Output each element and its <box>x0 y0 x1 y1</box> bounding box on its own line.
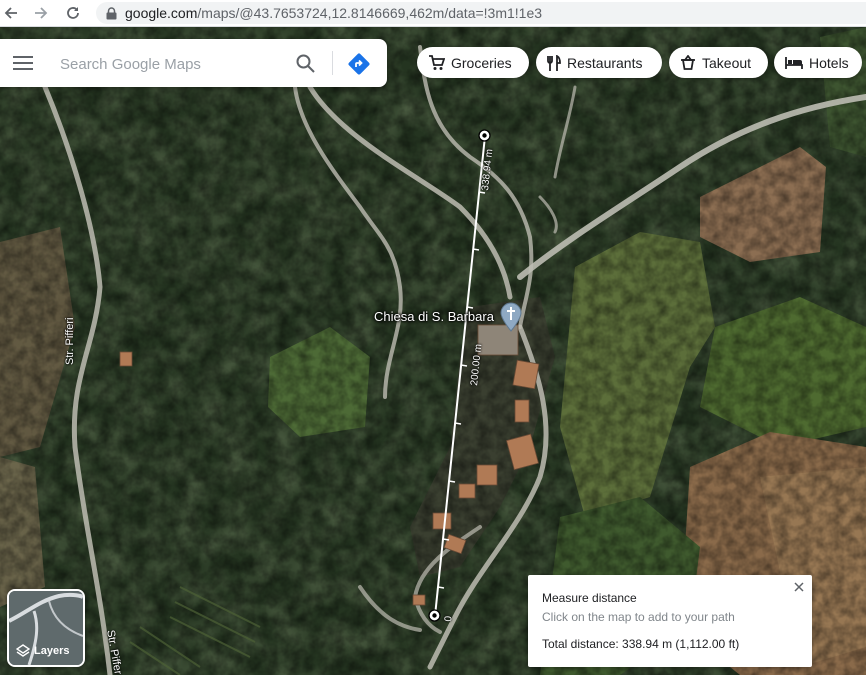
back-arrow-icon <box>4 7 17 19</box>
road-label-pifferi: Str. Pifferi <box>64 317 76 365</box>
lock-icon <box>106 6 117 20</box>
forward-button[interactable] <box>30 2 52 24</box>
menu-button[interactable] <box>12 52 34 74</box>
forward-arrow-icon <box>35 7 48 19</box>
layers-label-group: Layers <box>16 644 69 658</box>
close-icon <box>794 582 804 592</box>
measure-distance-card: Measure distance Click on the map to add… <box>528 575 812 667</box>
fork-knife-icon <box>547 54 561 71</box>
url-host: google.com <box>125 5 198 21</box>
search-divider <box>332 51 333 75</box>
measure-card-close-button[interactable] <box>790 578 808 596</box>
search-button[interactable] <box>294 52 316 74</box>
measure-card-total: Total distance: 338.94 m (1,112.00 ft) <box>542 637 740 651</box>
reload-icon <box>67 7 79 19</box>
chip-hotels-label: Hotels <box>809 54 849 71</box>
search-input[interactable] <box>58 51 282 77</box>
chip-hotels[interactable]: Hotels <box>774 47 862 78</box>
chip-groceries[interactable]: Groceries <box>417 47 529 78</box>
cart-icon <box>428 54 445 71</box>
directions-icon <box>348 53 370 75</box>
reload-button[interactable] <box>62 2 84 24</box>
chip-takeout-label: Takeout <box>702 54 752 71</box>
measure-card-title: Measure distance <box>542 591 637 605</box>
measure-card-hint: Click on the map to add to your path <box>542 610 735 624</box>
takeout-icon <box>680 55 696 70</box>
chip-takeout[interactable]: Takeout <box>669 47 768 78</box>
chip-restaurants[interactable]: Restaurants <box>536 47 662 78</box>
layers-label: Layers <box>34 645 70 657</box>
measure-end-point[interactable] <box>478 129 491 142</box>
measure-label-start: 0 <box>443 615 455 623</box>
url-text: google.com/maps/@43.7653724,12.8146669,4… <box>125 5 542 21</box>
layers-icon <box>16 644 30 657</box>
chip-groceries-label: Groceries <box>451 54 512 71</box>
address-bar[interactable]: google.com/maps/@43.7653724,12.8146669,4… <box>96 2 866 24</box>
browser-toolbar: google.com/maps/@43.7653724,12.8146669,4… <box>0 0 866 27</box>
bed-icon <box>785 56 803 69</box>
search-icon <box>296 54 315 73</box>
chip-restaurants-label: Restaurants <box>567 54 643 71</box>
back-button[interactable] <box>0 2 22 24</box>
directions-button[interactable] <box>346 51 372 77</box>
measure-start-point[interactable] <box>428 609 441 622</box>
layers-button[interactable]: Layers <box>7 589 85 667</box>
url-path: /maps/@43.7653724,12.8146669,462m/data=!… <box>197 5 543 21</box>
hamburger-menu-icon <box>13 56 33 70</box>
search-box <box>0 39 387 87</box>
poi-label-church[interactable]: Chiesa di S. Barbara <box>374 309 494 324</box>
church-pin-icon[interactable] <box>500 302 522 332</box>
